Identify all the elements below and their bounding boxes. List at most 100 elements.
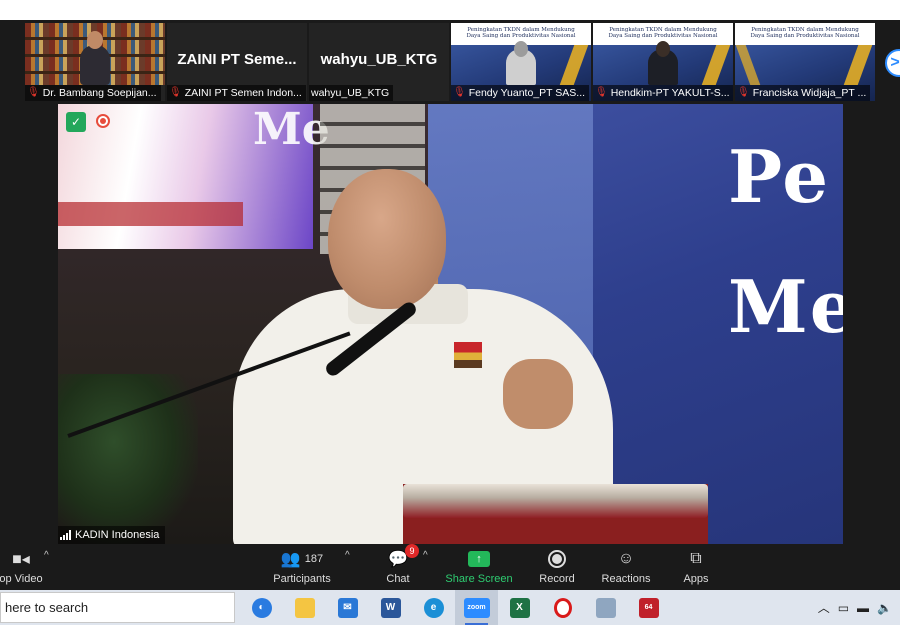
plant-decoration xyxy=(58,374,198,544)
edge-icon[interactable]: e xyxy=(412,590,455,625)
participants-options-caret[interactable]: ^ xyxy=(345,550,350,561)
apps-icon: ⧉ xyxy=(690,550,702,567)
record-icon xyxy=(522,548,592,570)
file-explorer-icon[interactable] xyxy=(283,590,326,625)
screen-text: Me xyxy=(253,104,330,155)
app-badge-icon[interactable]: 64 xyxy=(627,590,670,625)
screen-podium xyxy=(58,202,243,226)
encryption-shield-icon[interactable]: ✓ xyxy=(66,112,86,132)
volume-icon[interactable]: 🔈 xyxy=(877,601,892,615)
participant-name: Fendy Yuanto_PT SAS... xyxy=(468,87,586,99)
opera-icon[interactable] xyxy=(541,590,584,625)
task-view-icon[interactable]: ◐ xyxy=(240,590,283,625)
word-icon[interactable]: W xyxy=(369,590,412,625)
participant-tile[interactable]: Peningkatan TKDN dalam Mendukung Daya Sai… xyxy=(735,23,875,101)
slide-subtitle: Daya Saing dan Produktivitas Nasional xyxy=(608,33,718,39)
venue-screen: Me xyxy=(58,104,330,249)
meeting-toolbar: ■◂ op Video ^ 👥 187 Participants ^ 💬 9 Cha… xyxy=(0,544,900,590)
participant-tile[interactable]: 🎙 Dr. Bambang Soepijan... xyxy=(25,23,165,101)
participants-button[interactable]: 👥 187 Participants xyxy=(267,548,337,585)
participants-count: 187 xyxy=(304,553,324,565)
slide-title-band: Peningkatan TKDN dalam Mendukung Daya Sai… xyxy=(735,23,875,45)
participant-tile[interactable]: wahyu_UB_KTG wahyu_UB_KTG xyxy=(309,23,449,101)
record-button[interactable]: Record xyxy=(522,548,592,585)
battery-icon[interactable]: ▬ xyxy=(857,601,869,615)
participants-label: Participants xyxy=(273,573,331,585)
participant-video xyxy=(80,31,110,85)
taskbar-search-box[interactable]: here to search xyxy=(0,592,235,623)
share-screen-button[interactable]: ↑ Share Screen xyxy=(444,548,514,585)
participant-caption: 🎙 Fendy Yuanto_PT SAS... xyxy=(451,85,590,101)
signal-strength-icon xyxy=(60,530,71,540)
apps-button[interactable]: ⧉ Apps xyxy=(661,548,731,585)
mic-muted-icon: 🎙 xyxy=(169,87,182,98)
participant-tile[interactable]: Peningkatan TKDN dalam Mendukung Daya Sai… xyxy=(593,23,733,101)
participant-name: Hendkim-PT YAKULT-S... xyxy=(610,87,730,99)
speaker-caption: KADIN Indonesia xyxy=(58,526,166,544)
participant-name: ZAINI PT Semen Indon... xyxy=(184,87,302,99)
chevron-up-icon[interactable]: ︿ xyxy=(818,599,830,616)
slide-decoration xyxy=(701,45,731,85)
chat-unread-badge: 9 xyxy=(405,544,419,558)
stop-video-label: op Video xyxy=(0,573,43,585)
podium-top xyxy=(403,484,708,518)
gallery-next-button[interactable]: > xyxy=(885,49,900,77)
search-placeholder: here to search xyxy=(5,600,89,615)
active-speaker-video[interactable]: Me Pe Me ✓ KADIN Indonesia xyxy=(58,104,843,544)
participant-caption: 🎙 ZAINI PT Semen Indon... xyxy=(167,85,306,101)
participant-caption: 🎙 Franciska Widjaja_PT ... xyxy=(735,85,871,101)
slide-decoration xyxy=(843,45,873,85)
reactions-label: Reactions xyxy=(601,573,651,585)
participant-caption: 🎙 Hendkim-PT YAKULT-S... xyxy=(593,85,733,101)
participant-display-name: ZAINI PT Seme... xyxy=(177,51,297,68)
speaker-hand xyxy=(503,359,573,429)
recording-indicator-icon[interactable] xyxy=(96,114,110,128)
mic-muted-icon: 🎙 xyxy=(453,87,466,98)
participant-caption: 🎙 Dr. Bambang Soepijan... xyxy=(25,85,161,101)
windows-taskbar: here to search ◐ ✉ W e zoom X 64 ︿ ▭ ▬ 🔈 xyxy=(0,590,900,625)
slide-subtitle: Daya Saing dan Produktivitas Nasional xyxy=(750,33,860,39)
system-tray: ︿ ▭ ▬ 🔈 xyxy=(818,590,892,625)
participant-video xyxy=(648,41,678,85)
record-label: Record xyxy=(539,573,575,585)
backdrop-text: Pe xyxy=(728,134,831,219)
reactions-button[interactable]: ☺ Reactions xyxy=(591,548,661,585)
speaker-head xyxy=(328,169,446,309)
slide-decoration xyxy=(735,45,761,85)
photos-icon[interactable] xyxy=(584,590,627,625)
slide-decoration xyxy=(559,45,589,85)
participants-icon: 👥 187 xyxy=(280,551,324,568)
video-options-caret[interactable]: ^ xyxy=(44,550,49,561)
chat-label: Chat xyxy=(386,573,410,585)
share-screen-icon: ↑ xyxy=(444,548,514,570)
screen: 🎙 Dr. Bambang Soepijan... ZAINI PT Seme.… xyxy=(0,0,900,625)
apps-label: Apps xyxy=(683,573,709,585)
taskbar-pinned-apps: ◐ ✉ W e zoom X 64 xyxy=(240,590,670,625)
smiley-icon: ☺ xyxy=(617,550,635,567)
chat-options-caret[interactable]: ^ xyxy=(423,550,428,561)
participant-caption: wahyu_UB_KTG xyxy=(309,85,394,101)
participant-display-name: wahyu_UB_KTG xyxy=(320,51,438,68)
share-screen-label: Share Screen xyxy=(445,573,513,585)
backdrop-text: Me xyxy=(728,264,843,349)
excel-icon[interactable]: X xyxy=(498,590,541,625)
zoom-app-icon[interactable]: zoom xyxy=(455,590,498,625)
participant-name: Franciska Widjaja_PT ... xyxy=(752,87,867,99)
network-icon[interactable]: ▭ xyxy=(838,601,849,615)
participant-name: wahyu_UB_KTG xyxy=(311,87,390,99)
zoom-meeting-window: 🎙 Dr. Bambang Soepijan... ZAINI PT Seme.… xyxy=(0,20,900,590)
participant-tile[interactable]: ZAINI PT Seme... 🎙 ZAINI PT Semen Indon.… xyxy=(167,23,307,101)
participant-tile[interactable]: Peningkatan TKDN dalam Mendukung Daya Sai… xyxy=(451,23,591,101)
mail-icon[interactable]: ✉ xyxy=(326,590,369,625)
participant-name: Dr. Bambang Soepijan... xyxy=(42,87,157,99)
gallery-strip: 🎙 Dr. Bambang Soepijan... ZAINI PT Seme.… xyxy=(25,23,875,101)
speaker-name: KADIN Indonesia xyxy=(75,529,160,541)
slide-subtitle: Daya Saing dan Produktivitas Nasional xyxy=(466,33,576,39)
mic-muted-icon: 🎙 xyxy=(27,87,40,98)
mic-muted-icon: 🎙 xyxy=(595,87,608,98)
top-strip xyxy=(0,0,900,20)
chevron-right-icon: > xyxy=(890,54,900,71)
kadin-logo-badge xyxy=(454,342,482,368)
participant-video xyxy=(506,41,536,85)
mic-muted-icon: 🎙 xyxy=(737,87,750,98)
